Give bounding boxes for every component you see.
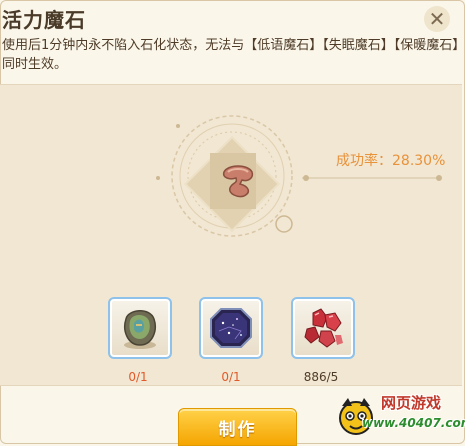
material-count-purple-crystal: 0/1 <box>221 370 241 384</box>
red-gems-icon <box>304 308 343 348</box>
watermark-url: www.40407.com <box>362 416 465 430</box>
vitality-stone-icon[interactable] <box>218 160 258 200</box>
material-count-green-ore: 0/1 <box>128 370 148 384</box>
material-slot-green-ore[interactable] <box>108 297 172 359</box>
close-icon: ✕ <box>428 7 446 31</box>
site-watermark: 网页游戏 www.40407.com <box>334 390 465 444</box>
success-line <box>302 175 442 181</box>
success-rate: 成功率：28.30% <box>336 153 446 169</box>
item-description: 使用后1分钟内永不陷入石化状态，无法与【低语魔石】【失眠魔石】【保暖魔石】同时生… <box>2 38 459 72</box>
close-button[interactable]: ✕ <box>424 6 450 32</box>
material-count-red-gems: 886/5 <box>303 370 339 384</box>
dialog-title: 活力魔石 <box>2 8 86 32</box>
material-slot-purple-crystal[interactable] <box>199 297 263 359</box>
material-slot-red-gems[interactable] <box>291 297 355 359</box>
purple-crystal-icon <box>210 308 252 348</box>
green-ore-icon <box>124 310 156 349</box>
make-button[interactable]: 制作 <box>178 408 297 446</box>
watermark-title: 网页游戏 <box>381 394 442 412</box>
